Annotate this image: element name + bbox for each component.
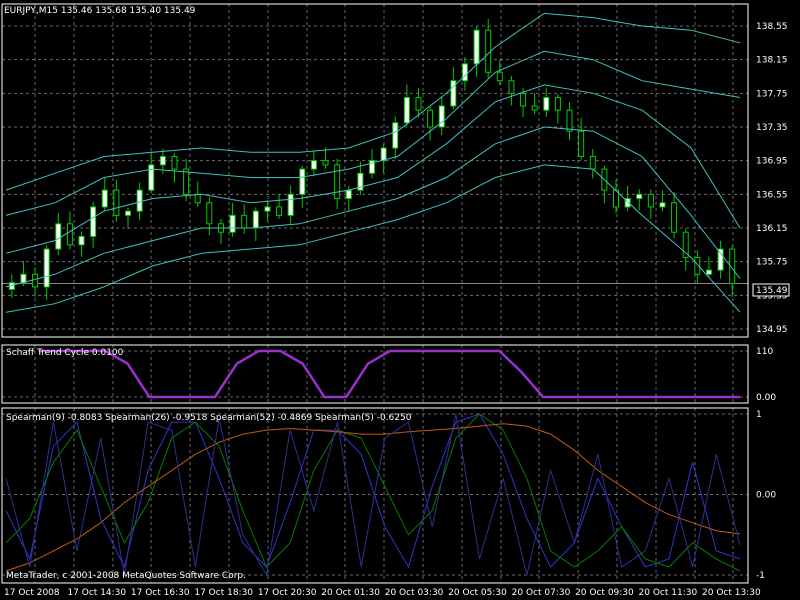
bear-candle[interactable] [113, 189, 120, 216]
copyright-text: MetaTrader, c 2001-2008 MetaQuotes Softw… [6, 571, 246, 581]
time-tick-label: 17 Oct 16:30 [131, 588, 190, 598]
stc-tick-label: 110 [756, 347, 773, 357]
spearman-tick-label: 0.00 [756, 491, 776, 501]
time-tick-label: 20 Oct 05:30 [448, 588, 507, 598]
bear-candle[interactable] [554, 97, 561, 111]
bear-candle[interactable] [194, 193, 201, 204]
bear-candle[interactable] [427, 109, 434, 128]
bull-candle[interactable] [473, 29, 480, 65]
bear-candle[interactable] [566, 109, 573, 132]
spearman-tick-label: 1 [756, 410, 762, 420]
bull-candle[interactable] [90, 206, 97, 237]
time-tick-label: 20 Oct 09:30 [575, 588, 634, 598]
bear-candle[interactable] [183, 168, 190, 195]
price-tick-label: 138.15 [756, 56, 788, 66]
bear-candle[interactable] [671, 202, 678, 233]
trading-chart-window[interactable]: 138.55 138.15 137.75 137.35 136.95 136.55 136.… [0, 0, 800, 600]
price-tick-label: 135.75 [756, 258, 788, 268]
time-tick-label: 20 Oct 13:30 [702, 588, 761, 598]
bull-candle[interactable] [136, 189, 143, 212]
bear-candle[interactable] [531, 105, 538, 111]
bull-candle[interactable] [461, 63, 468, 82]
bear-candle[interactable] [66, 223, 73, 246]
bear-candle[interactable] [322, 160, 329, 166]
bear-candle[interactable] [508, 80, 515, 94]
bull-candle[interactable] [125, 210, 131, 216]
stc-title: Schaff Trend Cycle 0.0100 [6, 348, 124, 358]
bear-candle[interactable] [171, 155, 178, 170]
bear-candle[interactable] [241, 214, 248, 229]
time-tick-label: 17 Oct 20:30 [258, 588, 317, 598]
bear-candle[interactable] [32, 273, 39, 288]
bull-candle[interactable] [659, 202, 666, 208]
price-tick-label: 136.95 [756, 157, 788, 167]
bull-candle[interactable] [299, 168, 306, 195]
bull-candle[interactable] [101, 189, 108, 208]
bull-candle[interactable] [78, 235, 85, 246]
bull-candle[interactable] [380, 147, 387, 162]
price-tick-label: 137.35 [756, 123, 788, 133]
bull-candle[interactable] [543, 97, 550, 111]
bull-candle[interactable] [636, 193, 643, 200]
bull-candle[interactable] [345, 189, 352, 200]
bear-candle[interactable] [520, 92, 527, 107]
time-tick-label: 20 Oct 03:30 [385, 588, 444, 598]
price-tick-label: 137.75 [756, 89, 788, 99]
bear-candle[interactable] [647, 193, 654, 208]
bear-candle[interactable] [496, 71, 503, 82]
chart-title: EURJPY,M15 135.46 135.68 135.40 135.49 [4, 6, 196, 16]
price-tag-label: 135.49 [756, 286, 788, 296]
bear-candle[interactable] [578, 130, 585, 157]
price-tick-label: 136.55 [756, 190, 788, 200]
bull-candle[interactable] [252, 210, 259, 229]
bull-candle[interactable] [159, 155, 166, 166]
bear-candle[interactable] [415, 97, 422, 111]
chart-background [0, 0, 800, 600]
stc-tick-label: 0.00 [756, 393, 776, 403]
price-tick-label: 134.95 [756, 325, 788, 335]
spearman-title: Spearman(9) -0.8083 Spearman(26) -0.9518… [6, 413, 412, 423]
bear-candle[interactable] [485, 29, 492, 73]
price-tick-label: 138.55 [756, 22, 788, 32]
bear-candle[interactable] [589, 155, 596, 170]
time-tick-label: 17 Oct 14:30 [67, 588, 126, 598]
bull-candle[interactable] [264, 206, 271, 212]
bull-candle[interactable] [43, 248, 50, 288]
price-tick-label: 136.15 [756, 224, 788, 234]
bull-candle[interactable] [705, 269, 712, 275]
bull-candle[interactable] [287, 193, 294, 216]
bull-candle[interactable] [717, 248, 724, 271]
bull-candle[interactable] [310, 160, 317, 170]
bear-candle[interactable] [276, 206, 283, 216]
time-tick-label: 20 Oct 01:30 [321, 588, 380, 598]
bear-candle[interactable] [682, 231, 689, 258]
time-tick-label: 17 Oct 2008 [4, 588, 60, 598]
bull-candle[interactable] [229, 214, 236, 233]
bull-candle[interactable] [55, 223, 62, 250]
time-tick-label: 20 Oct 11:30 [639, 588, 698, 598]
spearman-tick-label: -1 [756, 571, 765, 581]
bull-candle[interactable] [392, 122, 399, 149]
time-tick-label: 17 Oct 18:30 [194, 588, 253, 598]
bear-candle[interactable] [206, 202, 213, 225]
bear-candle[interactable] [334, 164, 341, 200]
bull-candle[interactable] [403, 97, 410, 124]
time-tick-label: 20 Oct 07:30 [512, 588, 571, 598]
